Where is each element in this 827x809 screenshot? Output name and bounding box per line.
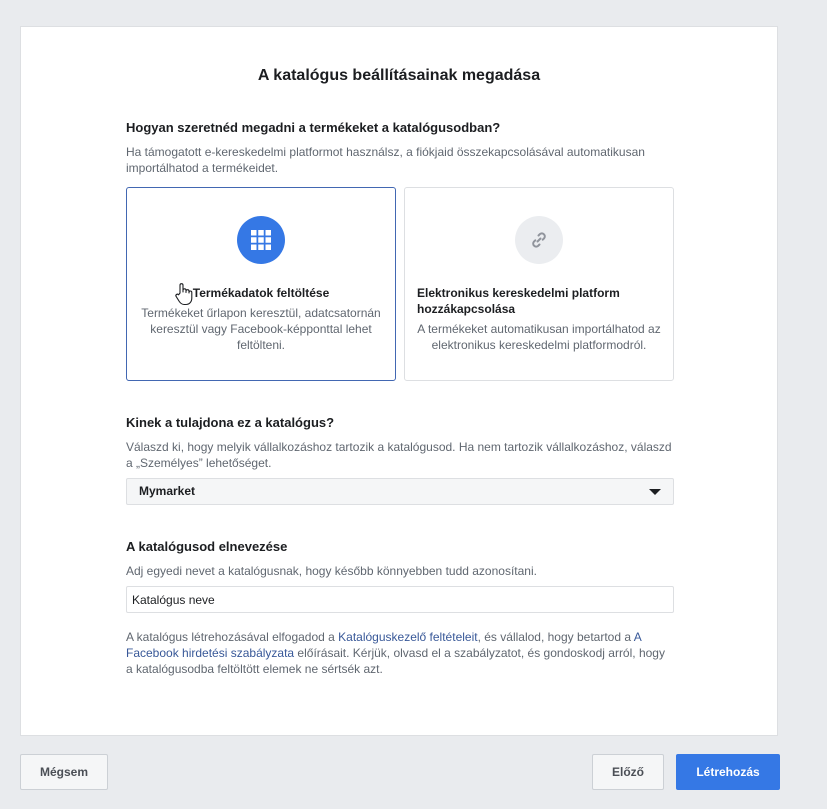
name-heading: A katalógusod elnevezése (126, 539, 288, 554)
option-connect-ecommerce-platform[interactable]: Elektronikus kereskedelmi platform hozzá… (404, 187, 674, 381)
grid-icon (237, 216, 285, 264)
name-description: Adj egyedi nevet a katalógusnak, hogy ké… (126, 564, 537, 578)
catalog-manager-terms-link[interactable]: Katalóguskezelő feltételeit (338, 630, 477, 644)
option-description: Termékeket űrlapon keresztül, adatcsator… (141, 306, 381, 352)
dialog-panel: A katalógus beállításainak megadása Hogy… (20, 26, 778, 736)
name-section: A katalógusod elnevezése Adj egyedi neve… (126, 539, 674, 579)
selected-business: Mymarket (139, 484, 196, 498)
link-icon (515, 216, 563, 264)
option-title: Elektronikus kereskedelmi platform hozzá… (417, 286, 620, 316)
business-owner-select[interactable]: Mymarket (126, 478, 674, 505)
catalog-name-input[interactable] (126, 586, 674, 613)
caret-down-icon (649, 489, 661, 495)
products-heading: Hogyan szeretnéd megadni a termékeket a … (126, 120, 501, 135)
terms-text: A katalógus létrehozásával elfogadod a K… (126, 629, 674, 677)
terms-text-part: , és vállalod, hogy betartod a (477, 630, 634, 644)
owner-heading: Kinek a tulajdona ez a katalógus? (126, 415, 335, 430)
option-upload-product-data[interactable]: Termékadatok feltöltése Termékeket űrlap… (126, 187, 396, 381)
products-section: Hogyan szeretnéd megadni a termékeket a … (126, 120, 674, 176)
option-description: A termékeket automatikusan importálhatod… (417, 322, 661, 352)
products-description: Ha támogatott e-kereskedelmi platformot … (126, 145, 645, 175)
hand-cursor-icon (174, 282, 194, 311)
dialog-title: A katalógus beállításainak megadása (257, 67, 541, 84)
owner-section: Kinek a tulajdona ez a katalógus? Válasz… (126, 415, 674, 471)
create-button[interactable]: Létrehozás (676, 754, 780, 790)
product-source-options: Termékadatok feltöltése Termékeket űrlap… (126, 187, 674, 381)
cancel-button[interactable]: Mégsem (20, 754, 108, 790)
owner-description: Válaszd ki, hogy melyik vállalkozáshoz t… (126, 440, 672, 470)
back-button[interactable]: Előző (592, 754, 664, 790)
terms-text-part: A katalógus létrehozásával elfogadod a (126, 630, 339, 644)
